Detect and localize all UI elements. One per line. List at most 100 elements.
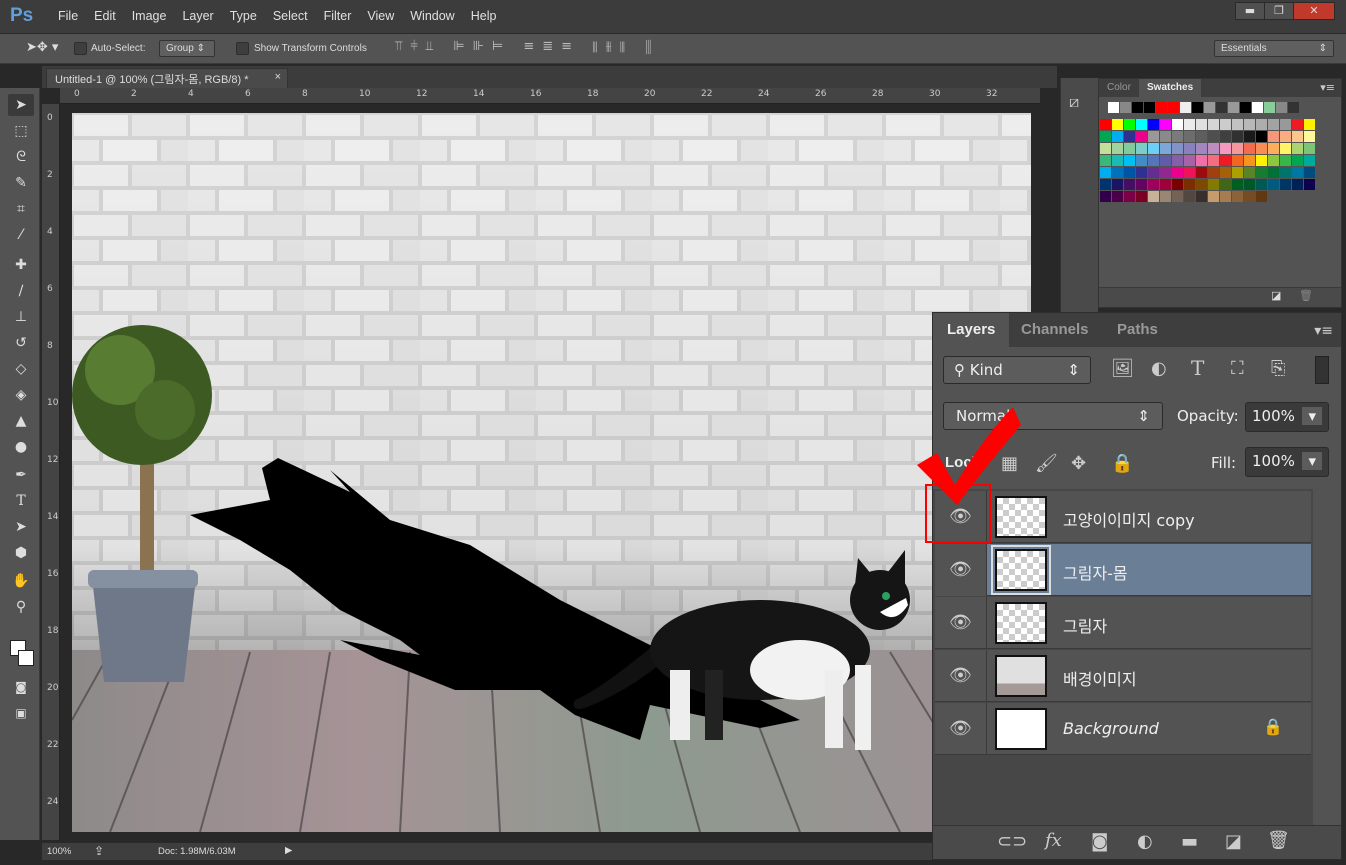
color-swatch[interactable] [1172,191,1183,202]
opacity-field[interactable]: 100% ▾ [1245,402,1329,432]
color-swatch[interactable] [1136,179,1147,190]
color-swatch[interactable] [1112,179,1123,190]
recent-swatch[interactable] [1276,102,1287,113]
color-swatch[interactable] [1184,167,1195,178]
color-swatch[interactable] [1136,131,1147,142]
color-swatch[interactable] [1148,167,1159,178]
visibility-eye-icon[interactable]: 👁 [935,650,987,702]
color-swatch[interactable] [1124,167,1135,178]
color-swatch[interactable] [1268,167,1279,178]
color-swatch[interactable] [1196,191,1207,202]
color-swatch[interactable] [1208,155,1219,166]
trash-icon[interactable]: 🗑 [1267,830,1290,851]
auto-select-target-dropdown[interactable]: Group ⇕ [159,40,215,57]
healing-brush-tool-icon[interactable]: ✚ [8,254,34,276]
recent-swatch[interactable] [1108,102,1119,113]
layers-menu-icon[interactable]: ▾≡ [1314,323,1333,339]
lock-position-icon[interactable]: ✥ [1071,453,1086,474]
color-swatch[interactable] [1172,155,1183,166]
color-swatch[interactable] [1148,143,1159,154]
move-tool-preset-icon[interactable]: ➤✥ ▾ [26,40,58,55]
path-selection-tool-icon[interactable]: ➤ [8,516,34,538]
color-swatch[interactable] [1160,119,1171,130]
screen-mode-icon[interactable]: ▣ [8,702,34,724]
align-icons[interactable]: ⫪⫩⫫ ⊫⊪⊨ ≡≣≡ ⫴⫵⫴ ⫼ [395,39,659,54]
filter-shape-icon[interactable]: ⛶ [1231,358,1244,379]
color-swatch[interactable] [1160,179,1171,190]
color-swatch[interactable] [1256,143,1267,154]
close-tab-icon[interactable]: × [275,71,281,83]
recent-swatch[interactable] [1132,102,1143,113]
color-swatch[interactable] [1268,131,1279,142]
delete-swatch-icon[interactable]: 🗑 [1299,289,1313,302]
color-swatch[interactable] [1220,131,1231,142]
properties-panel-icon[interactable]: ⧄ [1069,92,1079,112]
color-swatch[interactable] [1172,131,1183,142]
color-swatch[interactable] [1304,167,1315,178]
color-swatch[interactable] [1292,179,1303,190]
color-swatch[interactable] [1184,179,1195,190]
color-swatch[interactable] [1100,179,1111,190]
color-swatch[interactable] [1256,119,1267,130]
color-swatch[interactable] [1244,119,1255,130]
show-transform-checkbox[interactable] [236,42,249,55]
hand-tool-icon[interactable]: ✋ [8,570,34,592]
color-swatch[interactable] [1244,143,1255,154]
color-swatch[interactable] [1136,191,1147,202]
pen-tool-icon[interactable]: ✒ [8,464,34,486]
color-swatch[interactable] [1208,191,1219,202]
paint-bucket-tool-icon[interactable]: ◈ [8,384,34,406]
lasso-tool-icon[interactable]: ᘓ [8,146,34,168]
eraser-tool-icon[interactable]: ◇ [8,358,34,380]
color-swatch[interactable] [1196,131,1207,142]
color-swatch[interactable] [1220,119,1231,130]
color-swatch[interactable] [1196,179,1207,190]
color-swatch[interactable] [1124,131,1135,142]
workspace-dropdown[interactable]: Essentials ⇕ [1214,40,1334,57]
color-swatch[interactable] [1100,191,1111,202]
color-swatch[interactable] [1208,179,1219,190]
share-icon[interactable]: ⇪ [94,844,104,858]
color-swatch[interactable] [1148,179,1159,190]
filter-adjustment-icon[interactable]: ◐ [1151,358,1167,379]
color-swatch[interactable] [1160,155,1171,166]
color-swatch[interactable] [1232,131,1243,142]
crop-tool-icon[interactable]: ⌗ [8,198,34,220]
recent-swatch[interactable] [1144,102,1155,113]
canvas-image[interactable] [72,113,1031,832]
color-swatch[interactable] [1112,119,1123,130]
color-swatch[interactable] [1244,179,1255,190]
filter-type-icon[interactable]: T [1191,356,1204,380]
layer-row[interactable]: 👁 그림자 [935,597,1311,649]
color-swatch[interactable] [1112,131,1123,142]
fx-icon[interactable]: fx [1045,830,1062,851]
recent-swatch[interactable] [1120,102,1131,113]
eyedropper-tool-icon[interactable]: ⁄ [8,224,34,246]
color-swatch[interactable] [1112,143,1123,154]
color-swatch[interactable] [1292,155,1303,166]
color-swatch[interactable] [1160,191,1171,202]
maximize-button[interactable]: ❐ [1264,2,1294,20]
visibility-eye-icon[interactable]: 👁 [935,597,987,649]
visibility-eye-icon[interactable]: 👁 [935,544,987,596]
color-swatch[interactable] [1256,167,1267,178]
recent-swatch[interactable] [1252,102,1263,113]
type-tool-icon[interactable]: T [8,490,34,512]
color-swatch[interactable] [1112,155,1123,166]
color-swatch[interactable] [1232,179,1243,190]
color-swatch[interactable] [1268,179,1279,190]
recent-swatch[interactable] [1240,102,1251,113]
color-swatch[interactable] [1172,119,1183,130]
color-swatch[interactable] [1280,131,1291,142]
link-icon[interactable]: ⊂⊃ [997,831,1027,852]
color-swatch[interactable] [1160,143,1171,154]
color-swatch[interactable] [1196,119,1207,130]
color-swatch[interactable] [1196,155,1207,166]
color-swatch[interactable] [1172,179,1183,190]
filter-kind-dropdown[interactable]: ⚲ Kind ⇕ [943,356,1091,384]
recent-swatch[interactable] [1264,102,1275,113]
recent-swatch[interactable] [1168,102,1179,113]
recent-swatch[interactable] [1156,102,1167,113]
color-swatch[interactable] [1280,119,1291,130]
color-swatch[interactable] [1280,167,1291,178]
